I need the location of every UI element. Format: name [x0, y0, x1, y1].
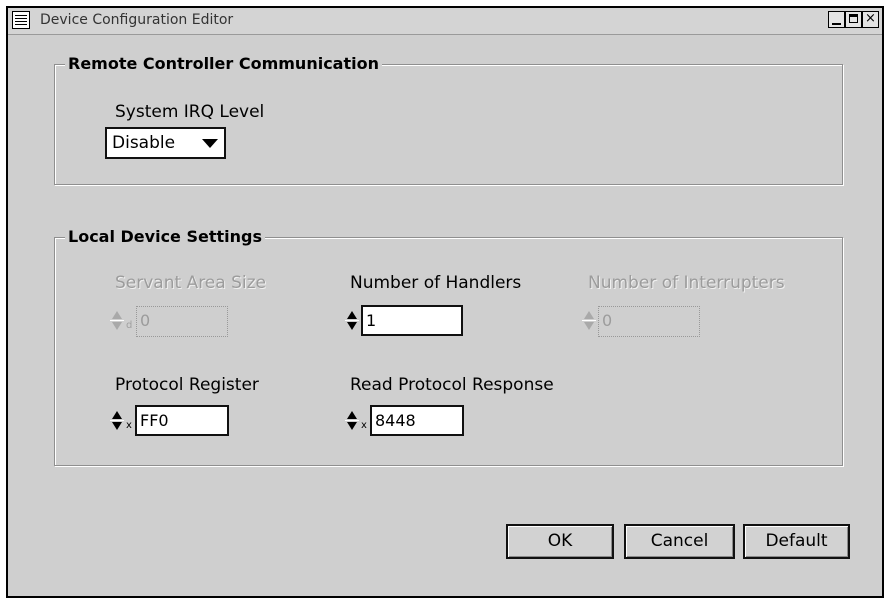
spin-down-icon: [584, 322, 594, 330]
radix-mark: x: [361, 420, 367, 431]
remote-controller-group: Remote Controller Communication: [54, 54, 843, 185]
number-of-interrupters-input: 0: [598, 306, 700, 337]
spin-separator: [345, 320, 359, 321]
protocol-register-input[interactable]: FF0: [135, 405, 229, 436]
radix-mark: x: [126, 420, 132, 431]
spin-up-icon[interactable]: [347, 311, 357, 319]
number-of-interrupters-spinner: [582, 306, 596, 336]
ok-button[interactable]: OK: [506, 524, 614, 559]
close-icon: ×: [865, 11, 876, 26]
read-protocol-response-label: Read Protocol Response: [350, 375, 554, 395]
system-irq-select[interactable]: Disable: [105, 127, 226, 159]
read-protocol-response-spinner[interactable]: [345, 406, 359, 436]
close-button[interactable]: ×: [862, 11, 879, 28]
spin-down-icon[interactable]: [112, 422, 122, 430]
system-irq-label: System IRQ Level: [115, 102, 265, 122]
number-of-interrupters-label: Number of Interrupters: [588, 273, 785, 293]
spin-up-icon[interactable]: [112, 411, 122, 419]
minimize-button[interactable]: [828, 11, 845, 28]
maximize-icon: [849, 14, 858, 23]
title-bar[interactable]: Device Configuration Editor ×: [8, 8, 882, 35]
number-of-handlers-label: Number of Handlers: [350, 273, 522, 293]
spin-up-icon: [584, 311, 594, 319]
spin-separator: [110, 420, 124, 421]
cancel-button[interactable]: Cancel: [624, 524, 735, 559]
number-of-handlers-spinner[interactable]: [345, 306, 359, 336]
servant-area-size-label: Servant Area Size: [115, 273, 266, 293]
read-protocol-response-input[interactable]: 8448: [370, 405, 464, 436]
minimize-icon: [832, 23, 841, 25]
spin-up-icon[interactable]: [347, 411, 357, 419]
dropdown-arrow-icon: [202, 139, 218, 148]
number-of-handlers-input[interactable]: 1: [361, 305, 463, 336]
spin-down-icon: [112, 322, 122, 330]
spin-separator: [582, 320, 596, 321]
spin-up-icon: [112, 311, 122, 319]
system-irq-value: Disable: [112, 133, 176, 153]
servant-area-size-input: 0: [136, 306, 228, 337]
protocol-register-spinner[interactable]: [110, 406, 124, 436]
spin-down-icon[interactable]: [347, 322, 357, 330]
default-button[interactable]: Default: [743, 524, 850, 559]
local-device-group-title: Local Device Settings: [65, 227, 265, 246]
maximize-button[interactable]: [845, 11, 862, 28]
servant-area-size-spinner: [110, 306, 124, 336]
window-title: Device Configuration Editor: [40, 12, 234, 28]
radix-mark: d: [126, 320, 133, 331]
remote-controller-group-title: Remote Controller Communication: [65, 54, 382, 73]
window-menu-icon[interactable]: [12, 11, 30, 29]
protocol-register-label: Protocol Register: [115, 375, 259, 395]
spin-separator: [345, 420, 359, 421]
spin-separator: [110, 320, 124, 321]
spin-down-icon[interactable]: [347, 422, 357, 430]
